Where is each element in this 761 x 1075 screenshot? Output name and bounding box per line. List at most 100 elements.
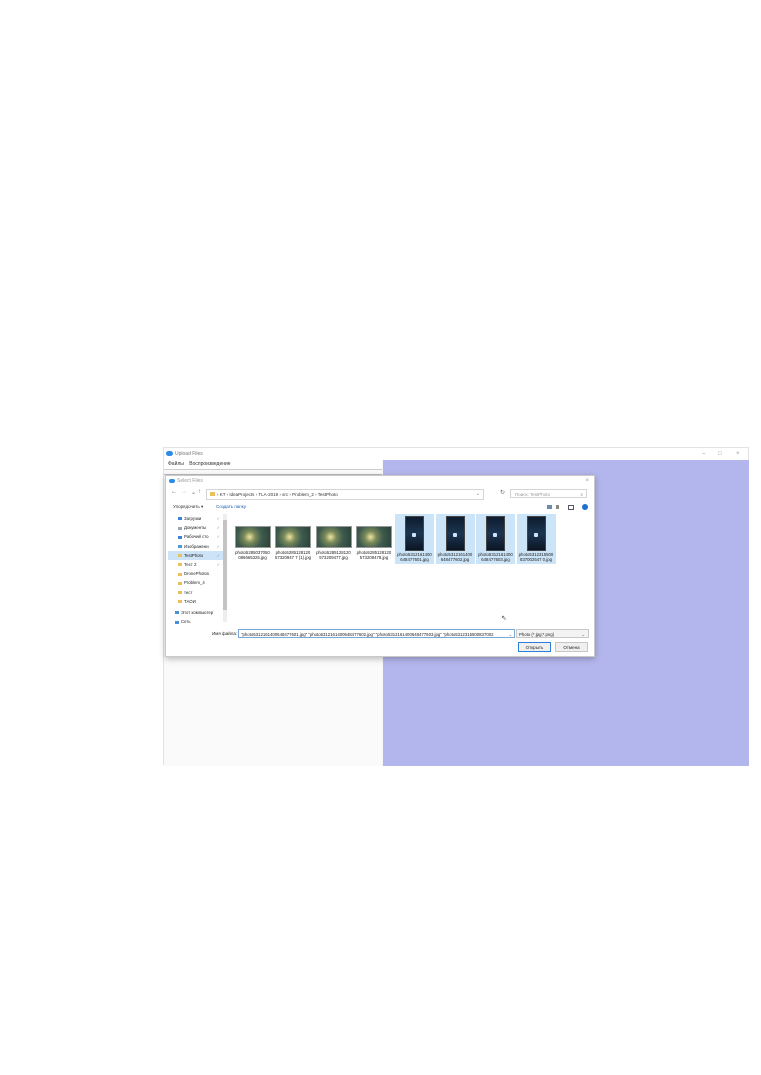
help-icon[interactable] <box>582 504 588 510</box>
up-button[interactable]: ↑ <box>198 489 201 495</box>
filename-input[interactable]: "photo5312161400648477601.jpg" "photo531… <box>238 629 515 638</box>
sidebar-item-label: TestPhoto <box>184 552 204 558</box>
app-titlebar: Upload Files – □ × <box>164 448 748 460</box>
computer-icon <box>175 611 179 615</box>
sidebar-item[interactable]: Загрузки ✓ <box>168 514 224 523</box>
filename-value: "photo5312161400648477601.jpg" "photo531… <box>241 632 494 637</box>
pin-icon: ✓ <box>216 534 220 540</box>
network-icon <box>175 620 179 624</box>
file-name: photo5312161400648477603.jpg <box>478 552 513 562</box>
file-name: photo5312161400648477602.jpg <box>437 552 473 562</box>
refresh-button[interactable]: ↻ <box>500 489 505 496</box>
view-options-icon[interactable] <box>556 505 559 509</box>
sidebar-item-label: Тест 2 <box>184 562 197 567</box>
cancel-button[interactable]: Отмена <box>555 642 588 652</box>
minimize-button[interactable]: – <box>702 448 705 460</box>
sidebar-item[interactable]: ТАОИ <box>168 597 224 606</box>
recent-locations-button[interactable]: ⌄ <box>191 489 196 496</box>
file-thumbnail <box>315 526 352 548</box>
sidebar-item[interactable]: Изображени ✓ <box>168 542 224 551</box>
filetype-select[interactable]: Photo (*.jpg;*.png) ⌄ <box>516 629 589 638</box>
file-thumbnail <box>405 516 424 551</box>
address-row: ← → ⌄ ↑ › KT › IdeaProjects › TLA-2019 ›… <box>166 487 594 501</box>
file-item[interactable]: photo5285128120573209478.jpg <box>355 514 394 564</box>
sidebar-item[interactable]: тест <box>168 588 224 597</box>
documents-icon <box>178 526 182 530</box>
sidebar-item-label: ТАОИ <box>184 598 196 604</box>
forward-button[interactable]: → <box>181 489 187 495</box>
file-item[interactable]: photo5312315500837002547 0.jpg <box>516 514 556 564</box>
chevron-down-icon: ⌄ <box>581 632 585 637</box>
new-folder-button[interactable]: Создать папку <box>216 502 246 512</box>
folder-icon <box>178 600 182 604</box>
file-thumbnail <box>445 516 465 551</box>
folder-icon <box>178 554 182 558</box>
sidebar-item[interactable]: Сеть <box>168 617 224 626</box>
select-files-dialog: Select Files × ← → ⌄ ↑ › KT › IdeaProjec… <box>165 475 595 657</box>
file-item[interactable]: photo5285128120573209477.jpg <box>314 514 353 564</box>
breadcrumb: › KT › IdeaProjects › TLA-2019 › src › P… <box>217 492 338 497</box>
file-list: ⇖ photo5285037050086665325.jpg photo52851… <box>233 514 593 626</box>
desktop-icon <box>178 535 182 539</box>
open-button[interactable]: Открыть <box>518 642 551 652</box>
sidebar-item[interactable]: Рабочий сто ✓ <box>168 532 224 541</box>
folder-icon <box>210 492 215 496</box>
chevron-down-icon[interactable]: ⌄ <box>476 490 480 499</box>
dialog-title: Select Files <box>177 478 203 484</box>
filetype-value: Photo (*.jpg;*.png) <box>519 632 555 637</box>
search-input[interactable]: Поиск: TestPhoto ⌕ <box>510 489 587 498</box>
pin-icon: ✓ <box>216 552 220 558</box>
file-item[interactable]: photo528512812057320947 7 (1).jpg <box>274 514 313 564</box>
folder-icon <box>178 572 182 576</box>
sidebar-item[interactable]: DronePhotos <box>168 569 224 578</box>
sidebar-item[interactable]: Документы ✓ <box>168 523 224 532</box>
menu-playback[interactable]: Воспроизведение <box>189 461 230 467</box>
close-button[interactable]: × <box>736 448 740 460</box>
mouse-cursor-icon: ⇖ <box>501 615 507 622</box>
file-name: photo528512812057320947 7 (1).jpg <box>274 550 312 560</box>
sidebar-item[interactable]: Тест 2 ✓ <box>168 560 224 569</box>
file-thumbnail <box>234 526 271 548</box>
scrollbar-thumb[interactable] <box>223 520 227 610</box>
sidebar-item-label: Рабочий сто <box>184 534 209 540</box>
sidebar-item-label: Сеть <box>181 619 191 625</box>
file-name: photo5285128120573209478.jpg <box>356 550 392 560</box>
organize-button[interactable]: Упорядочить ▾ <box>173 502 203 512</box>
dialog-toolbar: Упорядочить ▾ Создать папку <box>166 502 594 512</box>
maximize-button[interactable]: □ <box>718 448 722 460</box>
cloud-icon <box>166 451 173 456</box>
sidebar-item-label: Загрузки <box>184 516 202 521</box>
dialog-close-button[interactable]: × <box>585 476 589 486</box>
pin-icon: ✓ <box>216 562 220 567</box>
file-item[interactable]: photo5312161400648477601.jpg <box>395 514 434 564</box>
menu-bar: Файлы Воспроизведение <box>164 460 382 470</box>
folder-icon <box>178 563 182 567</box>
file-name: photo5285037050086665325.jpg <box>235 550 270 560</box>
sidebar-item-label: DronePhotos <box>184 571 210 577</box>
back-button[interactable]: ← <box>171 489 177 495</box>
file-item[interactable]: photo5312161400648477602.jpg <box>435 514 475 564</box>
nav-scrollbar[interactable] <box>223 514 227 622</box>
menu-files[interactable]: Файлы <box>168 461 184 467</box>
search-icon: ⌕ <box>580 492 583 497</box>
file-name: photo5312161400648477601.jpg <box>397 552 432 562</box>
navigation-pane: Загрузки ✓ Документы ✓ Рабочий сто ✓ Изображен… <box>168 514 227 624</box>
search-placeholder: Поиск: TestPhoto <box>515 492 550 497</box>
pin-icon: ✓ <box>216 525 220 531</box>
file-item[interactable]: photo5285037050086665325.jpg <box>233 514 272 564</box>
address-bar[interactable]: › KT › IdeaProjects › TLA-2019 › src › P… <box>206 489 484 500</box>
sidebar-item[interactable]: Этот компьютер <box>168 608 224 617</box>
pin-icon: ✓ <box>216 543 220 549</box>
cloud-icon <box>169 479 175 483</box>
sidebar-item-label: Изображени <box>184 543 209 549</box>
folder-icon <box>178 581 182 585</box>
sidebar-item[interactable]: TestPhoto ✓ <box>168 550 224 560</box>
view-icon[interactable] <box>547 505 552 509</box>
preview-pane-icon[interactable] <box>568 505 574 510</box>
dialog-footer: Имя файла: "photo5312161400648477601.jpg… <box>166 628 594 658</box>
file-item[interactable]: photo5312161400648477603.jpg <box>476 514 515 564</box>
chevron-down-icon[interactable]: ⌄ <box>508 630 512 637</box>
sidebar-item[interactable]: Problem_4 <box>168 578 224 587</box>
sidebar-item-label: Этот компьютер <box>181 610 214 615</box>
sidebar-item-label: тест <box>184 589 193 595</box>
